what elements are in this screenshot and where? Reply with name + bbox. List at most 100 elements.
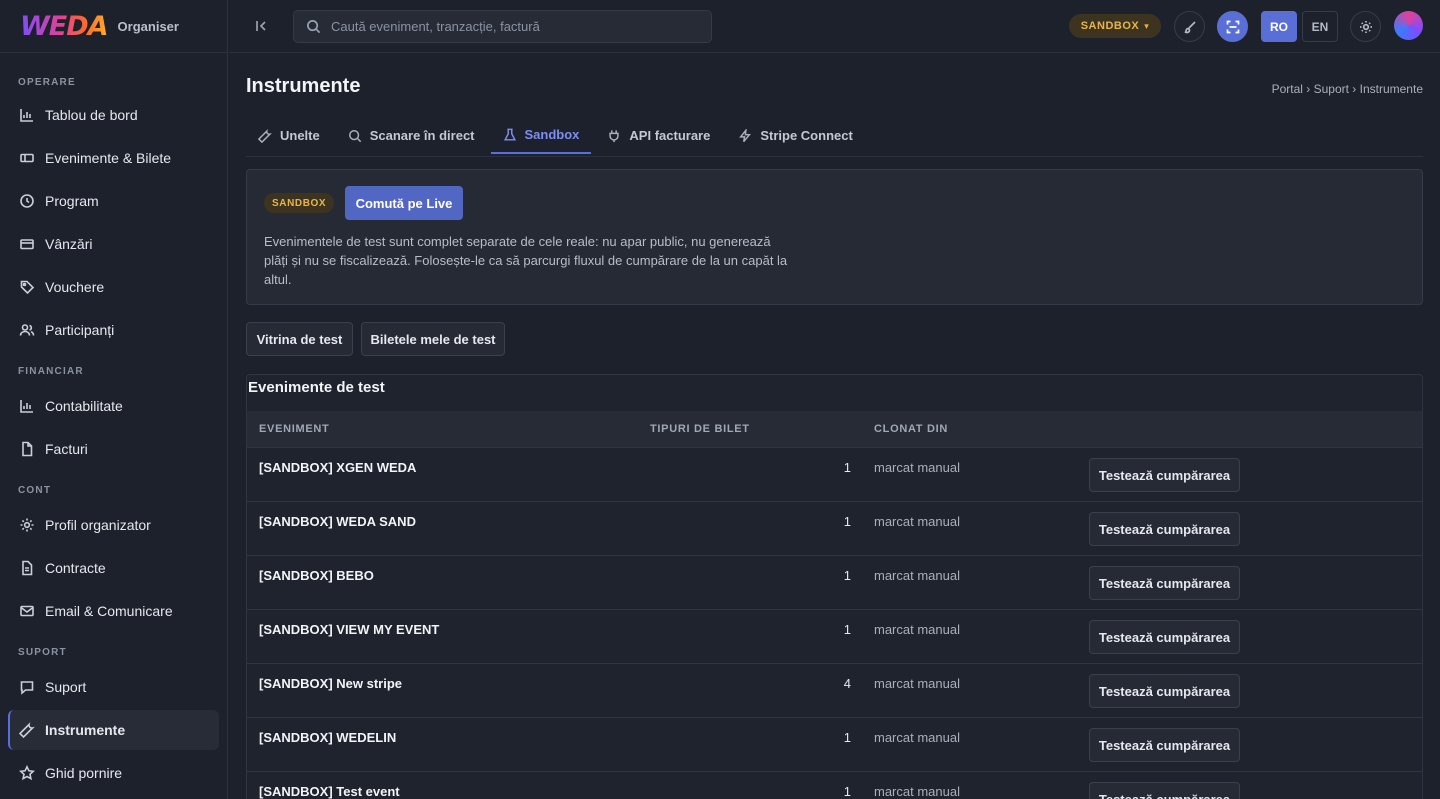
tab-live-scan[interactable]: Scanare în direct <box>336 117 487 154</box>
tools-button[interactable] <box>1174 11 1205 42</box>
sidebar-item-label: Participanți <box>45 322 115 338</box>
tabs: Unelte Scanare în direct Sandbox API fac… <box>246 117 1423 157</box>
sidebar-item-sales[interactable]: Vânzări <box>8 224 219 264</box>
ticket-types-count: 1 <box>843 514 851 529</box>
event-name: [SANDBOX] WEDA SAND <box>259 514 416 529</box>
sidebar-item-events-tickets[interactable]: Evenimente & Bilete <box>8 138 219 178</box>
tab-label: API facturare <box>629 128 711 143</box>
wrench-icon <box>258 128 272 143</box>
sidebar-item-email[interactable]: Email & Comunicare <box>8 591 219 631</box>
sandbox-badge: SANDBOX <box>264 193 335 213</box>
event-name: [SANDBOX] VIEW MY EVENT <box>259 622 440 637</box>
lang-ro-button[interactable]: RO <box>1261 11 1297 42</box>
test-events-title: Evenimente de test <box>248 379 385 396</box>
test-purchase-button[interactable]: Testează cumpărarea <box>1089 620 1240 654</box>
scan-icon <box>1226 20 1239 33</box>
column-header-event: EVENIMENT <box>259 423 330 435</box>
table-row: [SANDBOX] VIEW MY EVENT 1 marcat manual … <box>247 609 1422 663</box>
cloned-from: marcat manual <box>874 676 960 691</box>
table-row: [SANDBOX] New stripe 4 marcat manual Tes… <box>247 663 1422 717</box>
sandbox-info-card: SANDBOX Comută pe Live Evenimentele de t… <box>246 169 1423 305</box>
sidebar-item-contracts[interactable]: Contracte <box>8 548 219 588</box>
ticket-types-count: 1 <box>843 460 851 475</box>
brush-icon <box>1184 20 1196 33</box>
test-purchase-button[interactable]: Testează cumpărarea <box>1089 458 1240 492</box>
test-purchase-button[interactable]: Testează cumpărarea <box>1089 566 1240 600</box>
test-purchase-button[interactable]: Testează cumpărarea <box>1089 728 1240 762</box>
scan-button[interactable] <box>1217 11 1248 42</box>
plug-icon <box>609 129 620 142</box>
sun-icon <box>1359 20 1372 33</box>
tab-stripe-connect[interactable]: Stripe Connect <box>726 117 864 154</box>
chevron-down-icon: ▾ <box>1144 20 1150 31</box>
tab-label: Sandbox <box>524 127 580 142</box>
cloned-from: marcat manual <box>874 784 960 799</box>
sidebar-item-invoices[interactable]: Facturi <box>8 429 219 469</box>
sidebar-item-participants[interactable]: Participanți <box>8 310 219 350</box>
environment-pill[interactable]: SANDBOX ▾ <box>1069 14 1161 38</box>
ticket-types-count: 1 <box>843 784 851 799</box>
cloned-from: marcat manual <box>874 514 960 529</box>
sidebar-item-dashboard[interactable]: Tablou de bord <box>8 95 219 135</box>
table-header: EVENIMENT TIPURI DE BILET CLONAT DIN <box>247 411 1422 447</box>
event-name: [SANDBOX] Test event <box>259 784 400 799</box>
table-row: [SANDBOX] Test event 1 marcat manual Tes… <box>247 771 1422 799</box>
sidebar-item-vouchers[interactable]: Vouchere <box>8 267 219 307</box>
nav-section-cont: CONT <box>18 484 52 496</box>
tab-unelte[interactable]: Unelte <box>246 117 332 154</box>
collapse-sidebar-icon[interactable] <box>253 17 271 35</box>
sidebar-item-getting-started[interactable]: Ghid pornire <box>8 753 219 793</box>
ticket-types-count: 1 <box>843 568 851 583</box>
tag-icon <box>18 278 36 296</box>
ticket-types-count: 1 <box>843 730 851 745</box>
switch-to-live-button[interactable]: Comută pe Live <box>345 186 463 220</box>
sidebar-item-label: Facturi <box>45 441 88 457</box>
lang-en-button[interactable]: EN <box>1302 11 1338 42</box>
nav-section-financiar: FINANCIAR <box>18 365 84 377</box>
avatar[interactable] <box>1394 11 1423 40</box>
credit-card-icon <box>18 235 36 253</box>
weda-logo[interactable]: WEDA <box>20 11 109 42</box>
test-storefront-button[interactable]: Vitrina de test <box>246 322 353 356</box>
chat-icon <box>18 678 36 696</box>
environment-pill-label: SANDBOX <box>1080 20 1140 32</box>
nav-section-operare: OPERARE <box>18 76 76 88</box>
table-row: [SANDBOX] WEDA SAND 1 marcat manual Test… <box>247 501 1422 555</box>
table-row: [SANDBOX] WEDELIN 1 marcat manual Testea… <box>247 717 1422 771</box>
sidebar-item-program[interactable]: Program <box>8 181 219 221</box>
sidebar-item-label: Profil organizator <box>45 517 151 533</box>
event-name: [SANDBOX] New stripe <box>259 676 403 691</box>
users-icon <box>18 321 36 339</box>
clock-icon <box>18 192 36 210</box>
bar-chart-icon <box>18 397 36 415</box>
theme-toggle-button[interactable] <box>1350 11 1381 42</box>
test-purchase-button[interactable]: Testează cumpărarea <box>1089 512 1240 546</box>
test-purchase-button[interactable]: Testează cumpărarea <box>1089 674 1240 708</box>
star-icon <box>18 764 36 782</box>
search-input[interactable] <box>331 18 691 34</box>
sidebar-item-label: Instrumente <box>45 722 126 738</box>
tab-sandbox[interactable]: Sandbox <box>490 117 592 154</box>
table-row: [SANDBOX] XGEN WEDA 1 marcat manual Test… <box>247 447 1422 501</box>
event-name: [SANDBOX] XGEN WEDA <box>259 460 417 475</box>
document-icon <box>18 559 36 577</box>
wrench-icon <box>18 721 36 739</box>
tab-label: Stripe Connect <box>760 128 853 143</box>
ticket-types-count: 4 <box>843 676 851 691</box>
sidebar-item-organizer-profile[interactable]: Profil organizator <box>8 505 219 545</box>
sidebar-item-tools[interactable]: Instrumente <box>8 710 219 750</box>
sidebar-item-label: Suport <box>45 679 87 695</box>
sidebar-item-accounting[interactable]: Contabilitate <box>8 386 219 426</box>
cloned-from: marcat manual <box>874 460 960 475</box>
sidebar-item-label: Evenimente & Bilete <box>45 150 172 166</box>
test-purchase-button[interactable]: Testează cumpărarea <box>1089 782 1240 799</box>
page-title: Instrumente <box>246 75 361 97</box>
search-box[interactable] <box>293 9 712 43</box>
tab-billing-api[interactable]: API facturare <box>595 117 722 154</box>
event-name: [SANDBOX] BEBO <box>259 568 374 583</box>
my-test-tickets-button[interactable]: Biletele mele de test <box>361 322 505 356</box>
sidebar-item-support[interactable]: Suport <box>8 667 219 707</box>
topbar: SANDBOX ▾ RO EN <box>229 0 1440 53</box>
sidebar-item-label: Email & Comunicare <box>45 603 173 619</box>
column-header-ticket-types: TIPURI DE BILET <box>650 423 750 435</box>
